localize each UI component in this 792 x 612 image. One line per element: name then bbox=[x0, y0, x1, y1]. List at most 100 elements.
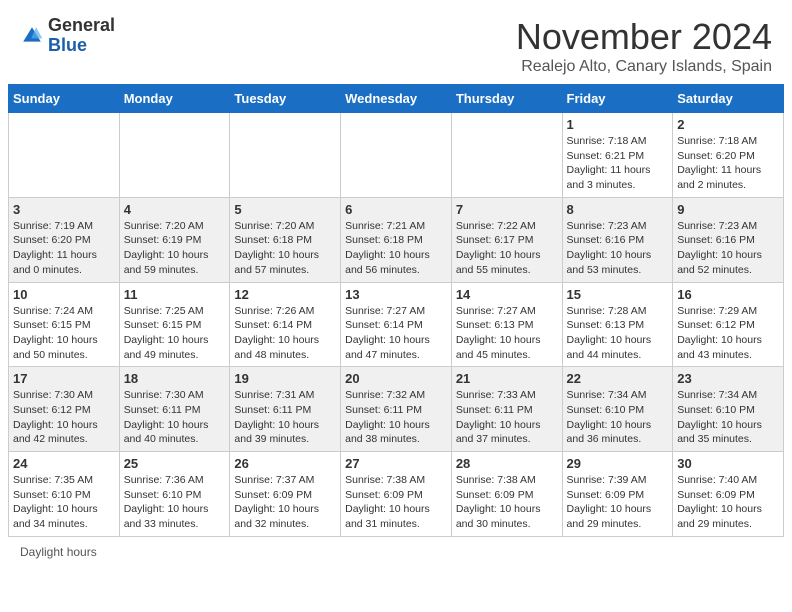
day-number: 10 bbox=[13, 287, 115, 302]
calendar-day: 9 Sunrise: 7:23 AMSunset: 6:16 PMDaylight… bbox=[673, 197, 784, 282]
calendar-day: 23 Sunrise: 7:34 AMSunset: 6:10 PMDayligh… bbox=[673, 367, 784, 452]
day-info: Sunrise: 7:28 AMSunset: 6:13 PMDaylight:… bbox=[567, 304, 669, 363]
calendar: SundayMondayTuesdayWednesdayThursdayFrid… bbox=[8, 84, 784, 537]
day-info: Sunrise: 7:21 AMSunset: 6:18 PMDaylight:… bbox=[345, 219, 447, 278]
calendar-day: 1 Sunrise: 7:18 AMSunset: 6:21 PMDaylight… bbox=[562, 113, 673, 198]
calendar-header-tuesday: Tuesday bbox=[230, 85, 341, 113]
calendar-day: 21 Sunrise: 7:33 AMSunset: 6:11 PMDayligh… bbox=[451, 367, 562, 452]
day-number: 27 bbox=[345, 456, 447, 471]
day-number: 9 bbox=[677, 202, 779, 217]
calendar-day: 29 Sunrise: 7:39 AMSunset: 6:09 PMDayligh… bbox=[562, 452, 673, 537]
day-info: Sunrise: 7:34 AMSunset: 6:10 PMDaylight:… bbox=[677, 388, 779, 447]
calendar-day: 30 Sunrise: 7:40 AMSunset: 6:09 PMDayligh… bbox=[673, 452, 784, 537]
day-number: 30 bbox=[677, 456, 779, 471]
day-number: 12 bbox=[234, 287, 336, 302]
logo: General Blue bbox=[20, 16, 115, 56]
day-number: 13 bbox=[345, 287, 447, 302]
day-info: Sunrise: 7:24 AMSunset: 6:15 PMDaylight:… bbox=[13, 304, 115, 363]
calendar-week-row: 3 Sunrise: 7:19 AMSunset: 6:20 PMDaylight… bbox=[9, 197, 784, 282]
calendar-day: 6 Sunrise: 7:21 AMSunset: 6:18 PMDaylight… bbox=[341, 197, 452, 282]
day-number: 23 bbox=[677, 371, 779, 386]
day-number: 8 bbox=[567, 202, 669, 217]
day-info: Sunrise: 7:26 AMSunset: 6:14 PMDaylight:… bbox=[234, 304, 336, 363]
calendar-day: 28Sunrise: 7:38 AMSunset: 6:09 PMDayligh… bbox=[451, 452, 562, 537]
day-number: 18 bbox=[124, 371, 226, 386]
calendar-day: 22Sunrise: 7:34 AMSunset: 6:10 PMDayligh… bbox=[562, 367, 673, 452]
calendar-day: 10 Sunrise: 7:24 AMSunset: 6:15 PMDayligh… bbox=[9, 282, 120, 367]
day-info: Sunrise: 7:30 AMSunset: 6:12 PMDaylight:… bbox=[13, 388, 115, 447]
calendar-day: 25 Sunrise: 7:36 AMSunset: 6:10 PMDayligh… bbox=[119, 452, 230, 537]
day-number: 15 bbox=[567, 287, 669, 302]
calendar-week-row: 1 Sunrise: 7:18 AMSunset: 6:21 PMDaylight… bbox=[9, 113, 784, 198]
calendar-day: 15 Sunrise: 7:28 AMSunset: 6:13 PMDayligh… bbox=[562, 282, 673, 367]
day-number: 4 bbox=[124, 202, 226, 217]
calendar-day: 14 Sunrise: 7:27 AMSunset: 6:13 PMDayligh… bbox=[451, 282, 562, 367]
logo-blue-text: Blue bbox=[48, 35, 87, 55]
day-number: 5 bbox=[234, 202, 336, 217]
day-number: 2 bbox=[677, 117, 779, 132]
day-info: Sunrise: 7:39 AMSunset: 6:09 PMDaylight:… bbox=[567, 473, 669, 532]
calendar-day: 19 Sunrise: 7:31 AMSunset: 6:11 PMDayligh… bbox=[230, 367, 341, 452]
day-number: 21 bbox=[456, 371, 558, 386]
day-number: 25 bbox=[124, 456, 226, 471]
day-info: Sunrise: 7:20 AMSunset: 6:19 PMDaylight:… bbox=[124, 219, 226, 278]
day-number: 11 bbox=[124, 287, 226, 302]
calendar-day: 12 Sunrise: 7:26 AMSunset: 6:14 PMDayligh… bbox=[230, 282, 341, 367]
day-info: Sunrise: 7:30 AMSunset: 6:11 PMDaylight:… bbox=[124, 388, 226, 447]
day-number: 29 bbox=[567, 456, 669, 471]
day-number: 1 bbox=[567, 117, 669, 132]
calendar-day: 11 Sunrise: 7:25 AMSunset: 6:15 PMDayligh… bbox=[119, 282, 230, 367]
calendar-week-row: 24Sunrise: 7:35 AMSunset: 6:10 PMDayligh… bbox=[9, 452, 784, 537]
calendar-week-row: 10 Sunrise: 7:24 AMSunset: 6:15 PMDayligh… bbox=[9, 282, 784, 367]
day-info: Sunrise: 7:36 AMSunset: 6:10 PMDaylight:… bbox=[124, 473, 226, 532]
calendar-day bbox=[230, 113, 341, 198]
day-info: Sunrise: 7:20 AMSunset: 6:18 PMDaylight:… bbox=[234, 219, 336, 278]
day-info: Sunrise: 7:38 AMSunset: 6:09 PMDaylight:… bbox=[345, 473, 447, 532]
month-title: November 2024 bbox=[516, 16, 772, 58]
day-number: 6 bbox=[345, 202, 447, 217]
day-info: Sunrise: 7:22 AMSunset: 6:17 PMDaylight:… bbox=[456, 219, 558, 278]
calendar-day bbox=[451, 113, 562, 198]
day-info: Sunrise: 7:29 AMSunset: 6:12 PMDaylight:… bbox=[677, 304, 779, 363]
day-info: Sunrise: 7:33 AMSunset: 6:11 PMDaylight:… bbox=[456, 388, 558, 447]
calendar-week-row: 17 Sunrise: 7:30 AMSunset: 6:12 PMDayligh… bbox=[9, 367, 784, 452]
location: Realejo Alto, Canary Islands, Spain bbox=[516, 58, 772, 76]
calendar-day: 3 Sunrise: 7:19 AMSunset: 6:20 PMDaylight… bbox=[9, 197, 120, 282]
logo-general-text: General bbox=[48, 15, 115, 35]
day-number: 14 bbox=[456, 287, 558, 302]
calendar-header-friday: Friday bbox=[562, 85, 673, 113]
day-info: Sunrise: 7:23 AMSunset: 6:16 PMDaylight:… bbox=[677, 219, 779, 278]
calendar-day bbox=[119, 113, 230, 198]
header: General Blue November 2024 Realejo Alto,… bbox=[0, 0, 792, 84]
day-info: Sunrise: 7:38 AMSunset: 6:09 PMDaylight:… bbox=[456, 473, 558, 532]
day-info: Sunrise: 7:27 AMSunset: 6:13 PMDaylight:… bbox=[456, 304, 558, 363]
calendar-day: 5 Sunrise: 7:20 AMSunset: 6:18 PMDaylight… bbox=[230, 197, 341, 282]
day-number: 19 bbox=[234, 371, 336, 386]
day-info: Sunrise: 7:25 AMSunset: 6:15 PMDaylight:… bbox=[124, 304, 226, 363]
day-number: 26 bbox=[234, 456, 336, 471]
day-number: 16 bbox=[677, 287, 779, 302]
day-info: Sunrise: 7:18 AMSunset: 6:20 PMDaylight:… bbox=[677, 134, 779, 193]
day-number: 17 bbox=[13, 371, 115, 386]
calendar-day: 8 Sunrise: 7:23 AMSunset: 6:16 PMDaylight… bbox=[562, 197, 673, 282]
calendar-header-saturday: Saturday bbox=[673, 85, 784, 113]
calendar-header-monday: Monday bbox=[119, 85, 230, 113]
day-info: Sunrise: 7:34 AMSunset: 6:10 PMDaylight:… bbox=[567, 388, 669, 447]
calendar-day: 7Sunrise: 7:22 AMSunset: 6:17 PMDaylight… bbox=[451, 197, 562, 282]
calendar-day: 27 Sunrise: 7:38 AMSunset: 6:09 PMDayligh… bbox=[341, 452, 452, 537]
calendar-day: 17 Sunrise: 7:30 AMSunset: 6:12 PMDayligh… bbox=[9, 367, 120, 452]
calendar-day: 13Sunrise: 7:27 AMSunset: 6:14 PMDayligh… bbox=[341, 282, 452, 367]
calendar-day bbox=[341, 113, 452, 198]
calendar-day bbox=[9, 113, 120, 198]
day-info: Sunrise: 7:19 AMSunset: 6:20 PMDaylight:… bbox=[13, 219, 115, 278]
calendar-header-sunday: Sunday bbox=[9, 85, 120, 113]
day-info: Sunrise: 7:32 AMSunset: 6:11 PMDaylight:… bbox=[345, 388, 447, 447]
day-info: Sunrise: 7:40 AMSunset: 6:09 PMDaylight:… bbox=[677, 473, 779, 532]
calendar-day: 18 Sunrise: 7:30 AMSunset: 6:11 PMDayligh… bbox=[119, 367, 230, 452]
calendar-header-row: SundayMondayTuesdayWednesdayThursdayFrid… bbox=[9, 85, 784, 113]
day-info: Sunrise: 7:18 AMSunset: 6:21 PMDaylight:… bbox=[567, 134, 669, 193]
day-info: Sunrise: 7:23 AMSunset: 6:16 PMDaylight:… bbox=[567, 219, 669, 278]
day-number: 3 bbox=[13, 202, 115, 217]
calendar-header-wednesday: Wednesday bbox=[341, 85, 452, 113]
day-info: Sunrise: 7:31 AMSunset: 6:11 PMDaylight:… bbox=[234, 388, 336, 447]
